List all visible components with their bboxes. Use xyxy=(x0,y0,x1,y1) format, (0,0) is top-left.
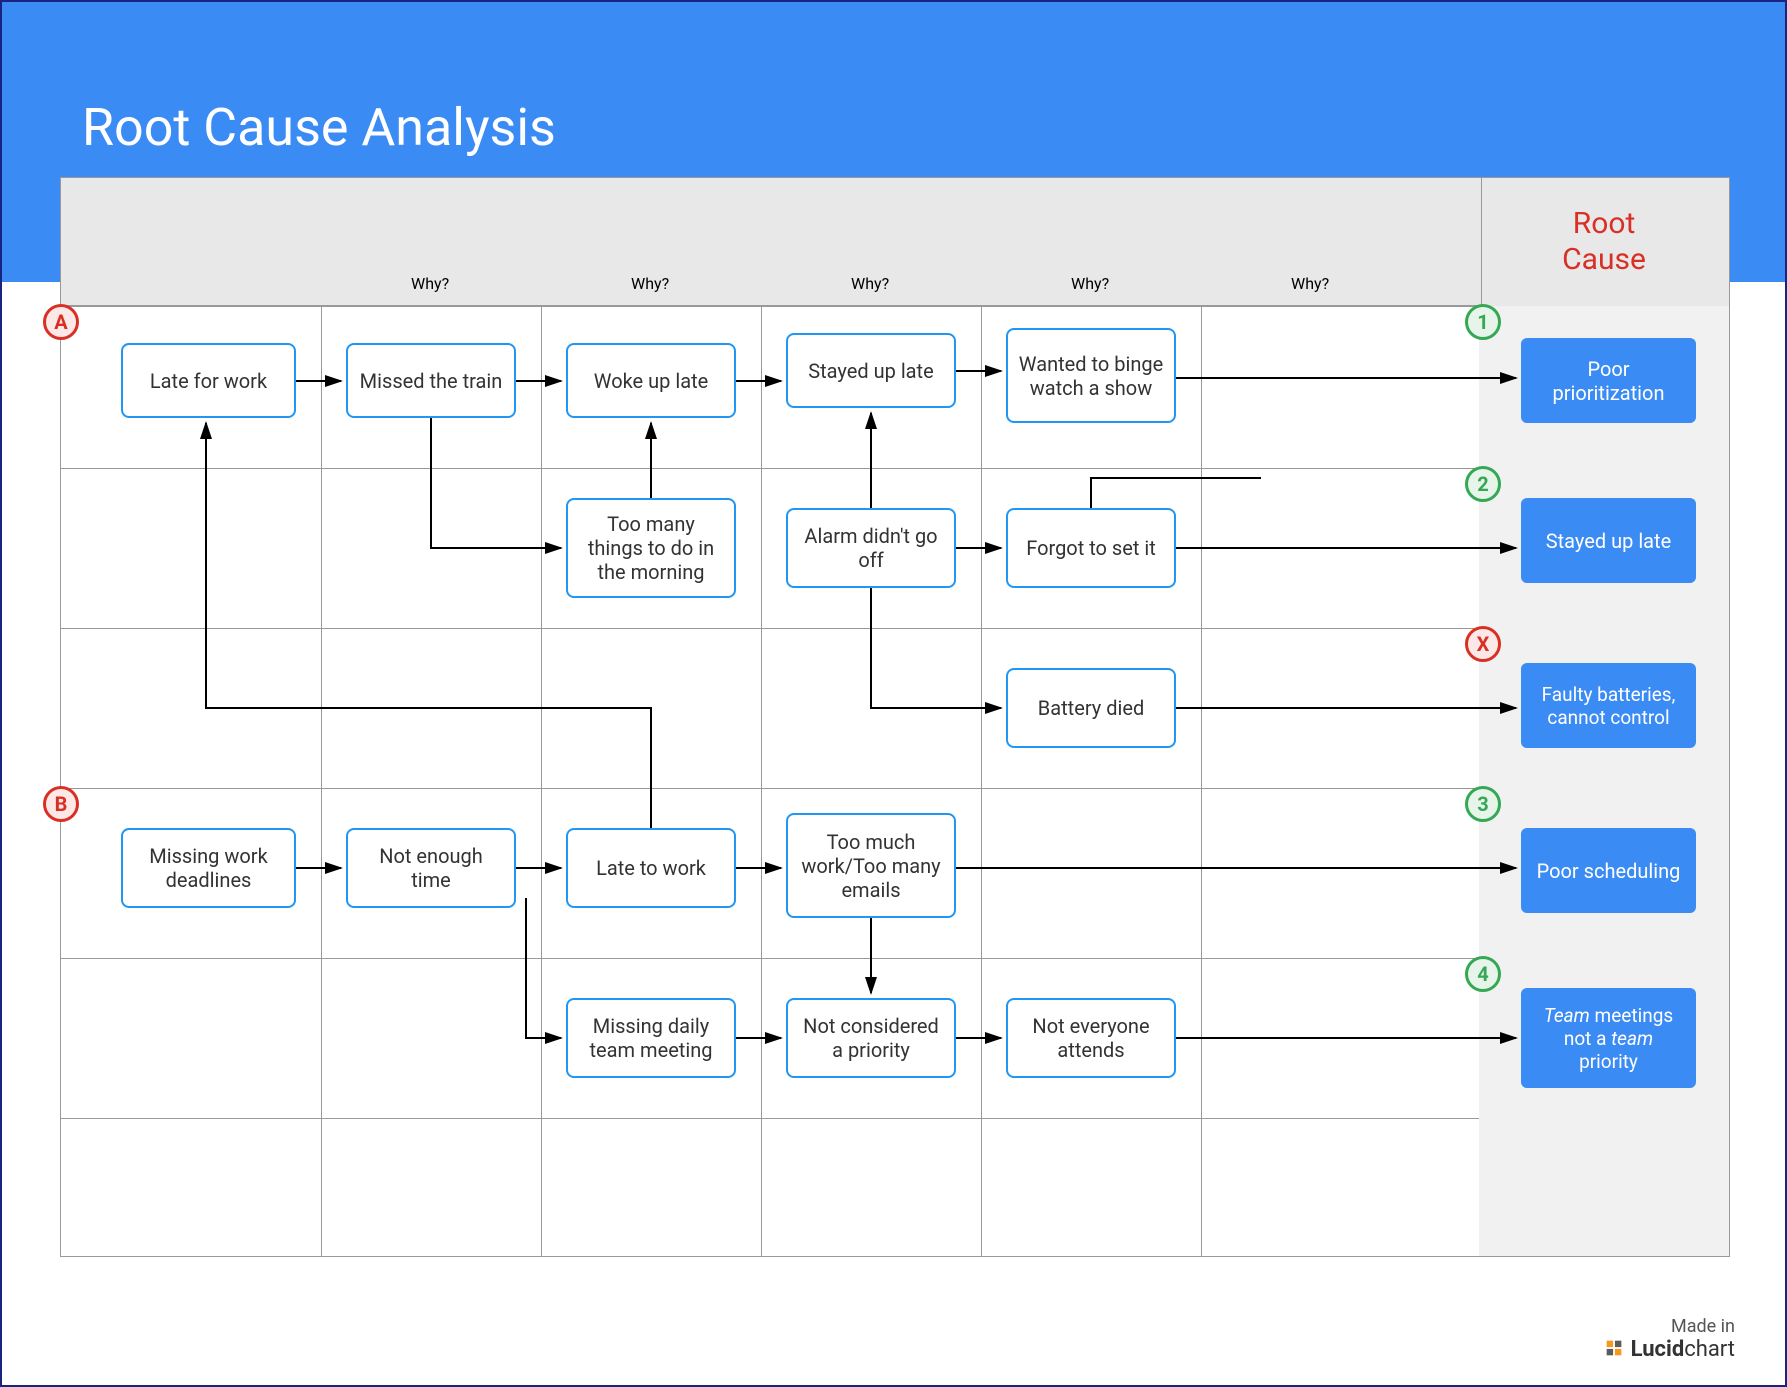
diagram-canvas: Root Cause Why? Why? Why? Why? Why? A B … xyxy=(60,177,1730,1257)
badge-x: X xyxy=(1465,626,1501,662)
badge-1: 1 xyxy=(1465,304,1501,340)
badge-a: A xyxy=(43,304,79,340)
node-late-to-work: Late to work xyxy=(566,828,736,908)
footer: Made in Lucidchart xyxy=(1603,1316,1735,1365)
root-stayed-up-late: Stayed up late xyxy=(1521,498,1696,583)
node-battery-died: Battery died xyxy=(1006,668,1176,748)
grid-vline xyxy=(761,306,762,1256)
why-label-5: Why? xyxy=(1291,274,1329,293)
grid-vline xyxy=(981,306,982,1256)
why-label-2: Why? xyxy=(631,274,669,293)
badge-4: 4 xyxy=(1465,956,1501,992)
page-title: Root Cause Analysis xyxy=(82,97,556,158)
badge-b: B xyxy=(43,786,79,822)
root-cause-header: Root Cause xyxy=(1479,178,1729,306)
why-label-3: Why? xyxy=(851,274,889,293)
root-poor-prioritization: Poor prioritization xyxy=(1521,338,1696,423)
node-not-everyone: Not everyone attends xyxy=(1006,998,1176,1078)
grid-header-bg xyxy=(61,178,1481,306)
grid-vline xyxy=(541,306,542,1256)
node-stayed-up-late: Stayed up late xyxy=(786,333,956,408)
node-alarm-didnt-go-off: Alarm didn't go off xyxy=(786,508,956,588)
root-poor-scheduling: Poor scheduling xyxy=(1521,828,1696,913)
why-label-1: Why? xyxy=(411,274,449,293)
root-team-priority: Team meetings not a team priority xyxy=(1521,988,1696,1088)
node-binge-watch: Wanted to binge watch a show xyxy=(1006,328,1176,423)
root-cause-column-bg xyxy=(1479,306,1729,1256)
grid-vline xyxy=(321,306,322,1256)
footer-brand: Lucidchart xyxy=(1603,1337,1735,1365)
node-forgot-set: Forgot to set it xyxy=(1006,508,1176,588)
page: Root Cause Analysis Root Cause Why? Why?… xyxy=(0,0,1787,1387)
node-late-for-work: Late for work xyxy=(121,343,296,418)
node-missing-meeting: Missing daily team meeting xyxy=(566,998,736,1078)
footer-made-in: Made in xyxy=(1603,1316,1735,1337)
node-woke-up-late: Woke up late xyxy=(566,343,736,418)
node-not-priority: Not considered a priority xyxy=(786,998,956,1078)
node-missed-train: Missed the train xyxy=(346,343,516,418)
grid-vline xyxy=(1201,306,1202,1256)
why-label-4: Why? xyxy=(1071,274,1109,293)
node-too-much-work: Too much work/Too many emails xyxy=(786,813,956,918)
root-faulty-batteries: Faulty batteries, cannot control xyxy=(1521,663,1696,748)
node-not-enough-time: Not enough time xyxy=(346,828,516,908)
badge-2: 2 xyxy=(1465,466,1501,502)
badge-3: 3 xyxy=(1465,786,1501,822)
node-missing-deadlines: Missing work deadlines xyxy=(121,828,296,908)
lucidchart-icon xyxy=(1603,1337,1625,1365)
node-too-many-morning: Too many things to do in the morning xyxy=(566,498,736,598)
